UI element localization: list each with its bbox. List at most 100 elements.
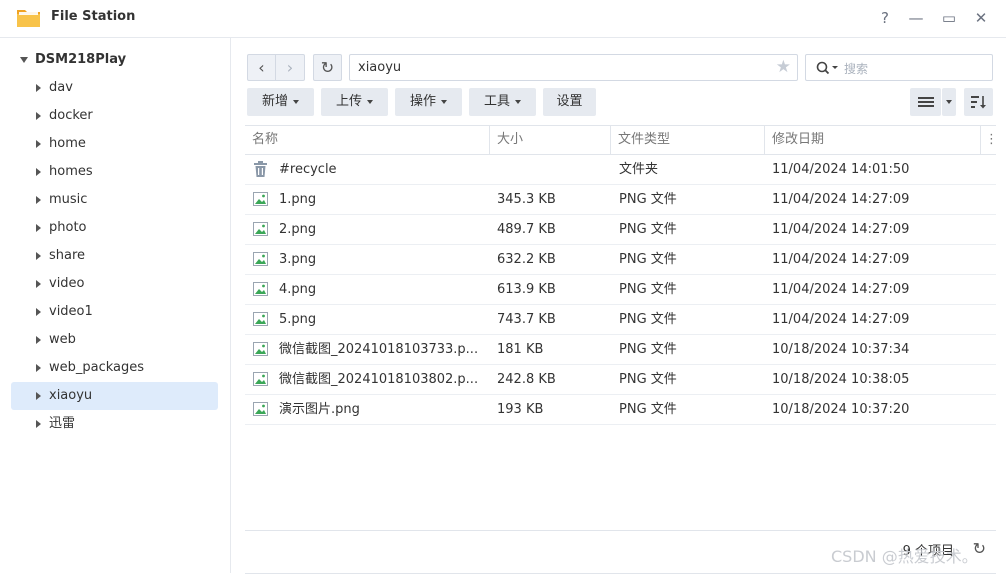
caret-right-icon[interactable] <box>36 224 41 232</box>
sort-button[interactable] <box>964 88 993 116</box>
sidebar-item-video[interactable]: video <box>11 270 218 298</box>
sidebar-item-xiaoyu[interactable]: xiaoyu <box>11 382 218 410</box>
table-row[interactable]: 微信截图_20241018103733.p... 181 KB PNG 文件 1… <box>245 335 996 365</box>
sidebar-item-label: photo <box>49 220 87 235</box>
caret-right-icon[interactable] <box>36 420 41 428</box>
file-size: 193 KB <box>497 402 544 417</box>
sidebar-item-video1[interactable]: video1 <box>11 298 218 326</box>
back-button[interactable]: ‹ <box>247 54 276 81</box>
upload-button[interactable]: 上传 <box>321 88 388 116</box>
list-view-button[interactable] <box>910 88 941 116</box>
column-header-modified[interactable]: 修改日期 <box>765 126 981 154</box>
forward-button[interactable]: › <box>276 54 305 81</box>
sidebar-item-xunlei[interactable]: 迅雷 <box>11 410 218 438</box>
dropdown-arrow-icon <box>441 99 447 104</box>
main-panel: ‹ › ↻ xiaoyu ★ 搜索 新增 上传 操作 工具 设置 名称 大小 文… <box>231 38 1006 574</box>
table-row[interactable]: 2.png 489.7 KB PNG 文件 11/04/2024 14:27:0… <box>245 215 996 245</box>
sidebar-item-web-packages[interactable]: web_packages <box>11 354 218 382</box>
app-title: File Station <box>51 9 136 24</box>
table-row[interactable]: 5.png 743.7 KB PNG 文件 11/04/2024 14:27:0… <box>245 305 996 335</box>
sidebar-tree: DSM218Play dav docker home homes music p… <box>0 38 231 573</box>
file-size: 345.3 KB <box>497 192 556 207</box>
refresh-button[interactable]: ↻ <box>313 54 342 81</box>
column-header-name[interactable]: 名称 <box>245 126 490 154</box>
close-button[interactable]: ✕ <box>971 8 991 28</box>
folder-app-icon <box>17 10 40 27</box>
image-file-icon <box>253 372 268 386</box>
tools-button[interactable]: 工具 <box>469 88 536 116</box>
file-name: 微信截图_20241018103802.p... <box>279 372 479 387</box>
create-button[interactable]: 新增 <box>247 88 314 116</box>
sidebar-item-label: web <box>49 332 76 347</box>
sidebar-item-music[interactable]: music <box>11 186 218 214</box>
file-type: PNG 文件 <box>619 222 677 237</box>
sidebar-item-photo[interactable]: photo <box>11 214 218 242</box>
settings-label: 设置 <box>556 94 583 109</box>
file-size: 632.2 KB <box>497 252 556 267</box>
tree-root-node[interactable]: DSM218Play <box>20 52 126 67</box>
caret-right-icon[interactable] <box>36 336 41 344</box>
caret-right-icon[interactable] <box>36 140 41 148</box>
create-label: 新增 <box>261 94 288 109</box>
caret-right-icon[interactable] <box>36 196 41 204</box>
file-type: PNG 文件 <box>619 402 677 417</box>
file-type: PNG 文件 <box>619 282 677 297</box>
file-size: 242.8 KB <box>497 372 556 387</box>
caret-right-icon[interactable] <box>36 168 41 176</box>
image-file-icon <box>253 222 268 236</box>
view-dropdown-button[interactable] <box>942 88 956 116</box>
file-modified: 11/04/2024 14:27:09 <box>772 192 910 207</box>
table-row[interactable]: 演示图片.png 193 KB PNG 文件 10/18/2024 10:37:… <box>245 395 996 425</box>
caret-right-icon[interactable] <box>36 308 41 316</box>
column-header-size[interactable]: 大小 <box>490 126 611 154</box>
help-button[interactable]: ? <box>875 8 895 28</box>
table-row[interactable]: 1.png 345.3 KB PNG 文件 11/04/2024 14:27:0… <box>245 185 996 215</box>
file-name: 4.png <box>279 282 317 297</box>
path-field[interactable]: xiaoyu ★ <box>349 54 798 81</box>
table-row[interactable]: #recycle 文件夹 11/04/2024 14:01:50 <box>245 155 996 185</box>
search-icon[interactable] <box>816 61 840 75</box>
tools-label: 工具 <box>483 94 510 109</box>
file-name: #recycle <box>279 162 337 177</box>
dropdown-arrow-icon <box>293 99 299 104</box>
file-grid: 名称 大小 文件类型 修改日期 ⋮ #recycle 文件夹 11/04/202… <box>245 125 998 425</box>
sidebar-item-dav[interactable]: dav <box>11 74 218 102</box>
sidebar-item-label: dav <box>49 80 73 95</box>
sidebar-item-homes[interactable]: homes <box>11 158 218 186</box>
maximize-button[interactable]: ▭ <box>939 8 959 28</box>
caret-right-icon[interactable] <box>36 392 41 400</box>
dropdown-arrow-icon <box>946 99 952 104</box>
sidebar-item-share[interactable]: share <box>11 242 218 270</box>
caret-right-icon[interactable] <box>36 252 41 260</box>
table-row[interactable]: 3.png 632.2 KB PNG 文件 11/04/2024 14:27:0… <box>245 245 996 275</box>
action-button[interactable]: 操作 <box>395 88 462 116</box>
sidebar-item-home[interactable]: home <box>11 130 218 158</box>
settings-button[interactable]: 设置 <box>543 88 596 116</box>
search-field[interactable]: 搜索 <box>805 54 993 81</box>
file-type: PNG 文件 <box>619 312 677 327</box>
column-menu-icon[interactable]: ⋮ <box>981 126 998 154</box>
sidebar-item-label: docker <box>49 108 93 123</box>
file-modified: 11/04/2024 14:27:09 <box>772 252 910 267</box>
file-size <box>497 155 607 184</box>
minimize-button[interactable]: — <box>906 8 926 28</box>
table-row[interactable]: 微信截图_20241018103802.p... 242.8 KB PNG 文件… <box>245 365 996 395</box>
sidebar-item-web[interactable]: web <box>11 326 218 354</box>
file-size: 613.9 KB <box>497 282 556 297</box>
caret-right-icon[interactable] <box>36 84 41 92</box>
tree-root-label: DSM218Play <box>35 52 127 67</box>
caret-down-icon[interactable] <box>20 56 28 63</box>
sidebar-item-label: 迅雷 <box>49 416 76 431</box>
caret-right-icon[interactable] <box>36 112 41 120</box>
sidebar-item-docker[interactable]: docker <box>11 102 218 130</box>
table-row[interactable]: 4.png 613.9 KB PNG 文件 11/04/2024 14:27:0… <box>245 275 996 305</box>
caret-right-icon[interactable] <box>36 280 41 288</box>
favorite-star-icon[interactable]: ★ <box>776 57 791 77</box>
sidebar-item-label: homes <box>49 164 93 179</box>
column-header-type[interactable]: 文件类型 <box>611 126 765 154</box>
caret-right-icon[interactable] <box>36 364 41 372</box>
file-modified: 11/04/2024 14:27:09 <box>772 312 910 327</box>
image-file-icon <box>253 402 268 416</box>
file-name: 微信截图_20241018103733.p... <box>279 342 479 357</box>
file-name: 演示图片.png <box>279 402 360 417</box>
